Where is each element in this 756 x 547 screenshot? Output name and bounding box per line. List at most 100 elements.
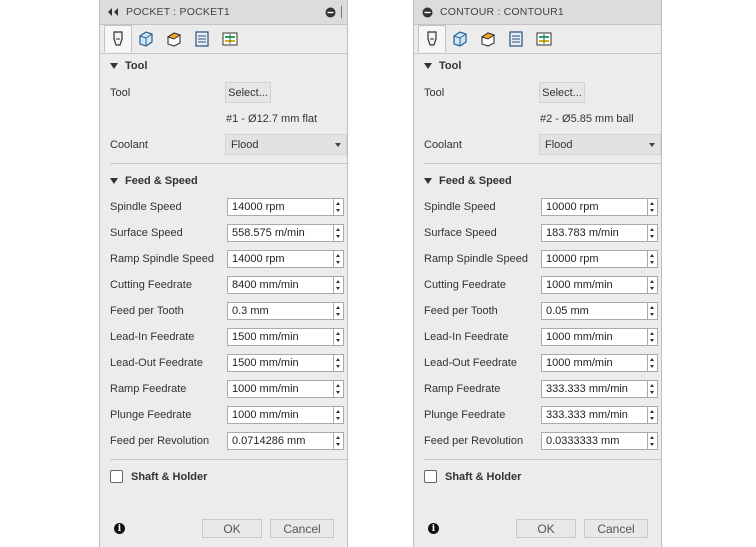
tool-select-button[interactable]: Select... — [225, 82, 271, 103]
dialog-titlebar[interactable]: POCKET : POCKET1 — [100, 0, 347, 25]
ok-button[interactable]: OK — [202, 519, 262, 538]
tab-passes[interactable] — [188, 25, 216, 52]
ramp-spindle-speed-input[interactable]: 10000 rpm — [541, 250, 648, 268]
tab-heights[interactable] — [474, 25, 502, 52]
linking-tab-icon — [222, 32, 238, 45]
lead-in-feedrate-spinner[interactable] — [648, 328, 658, 346]
tab-tool[interactable] — [104, 25, 132, 52]
cutting-feedrate-input[interactable]: 1000 mm/min — [541, 276, 648, 294]
section-title: Tool — [125, 60, 148, 72]
collapse-arrows-icon[interactable] — [106, 5, 120, 19]
lead-in-feedrate-spinner[interactable] — [334, 328, 344, 346]
cutting-feedrate-spinner[interactable] — [334, 276, 344, 294]
heights-tab-icon — [480, 31, 496, 47]
ok-button[interactable]: OK — [516, 519, 576, 538]
tab-linking[interactable] — [216, 25, 244, 52]
info-icon[interactable]: i — [428, 523, 439, 534]
ramp-spindle-speed-input[interactable]: 14000 rpm — [227, 250, 334, 268]
surface-speed-input[interactable]: 558.575 m/min — [227, 224, 334, 242]
surface-speed-spinner[interactable] — [334, 224, 344, 242]
ramp-feedrate-spinner[interactable] — [648, 380, 658, 398]
tool-section-header[interactable]: Tool — [110, 60, 147, 72]
shaft-holder-label: Shaft & Holder — [445, 470, 522, 483]
feed-per-revolution-spinner[interactable] — [334, 432, 344, 450]
cutting-feedrate-spinner[interactable] — [648, 276, 658, 294]
plunge-feedrate-spinner[interactable] — [334, 406, 344, 424]
resize-handle-icon[interactable] — [335, 5, 349, 19]
heights-tab-icon — [166, 31, 182, 47]
cancel-button[interactable]: Cancel — [584, 519, 648, 538]
ramp-spindle-speed-label: Ramp Spindle Speed — [424, 253, 528, 265]
ramp-feedrate-spinner[interactable] — [334, 380, 344, 398]
lead-out-feedrate-label: Lead-Out Feedrate — [424, 357, 517, 369]
dialog-footer: i OK Cancel — [100, 509, 347, 547]
tool-select-button[interactable]: Select... — [539, 82, 585, 103]
dialog-titlebar[interactable]: CONTOUR : CONTOUR1 — [414, 0, 661, 25]
surface-speed-input[interactable]: 183.783 m/min — [541, 224, 648, 242]
coolant-select[interactable]: Flood — [539, 134, 661, 155]
feed-per-tooth-input[interactable]: 0.3 mm — [227, 302, 334, 320]
ramp-spindle-speed-spinner[interactable] — [334, 250, 344, 268]
coolant-label: Coolant — [424, 139, 462, 151]
tab-geometry[interactable] — [446, 25, 474, 52]
spindle-speed-label: Spindle Speed — [424, 201, 496, 213]
spindle-speed-input[interactable]: 14000 rpm — [227, 198, 334, 216]
tool-name: #2 - Ø5.85 mm ball — [540, 113, 634, 125]
spindle-speed-input[interactable]: 10000 rpm — [541, 198, 648, 216]
feed-per-tooth-spinner[interactable] — [648, 302, 658, 320]
feed-per-tooth-spinner[interactable] — [334, 302, 344, 320]
cutting-feedrate-label: Cutting Feedrate — [424, 279, 506, 291]
tool-label: Tool — [110, 87, 131, 99]
collapse-triangle-icon — [110, 63, 118, 69]
plunge-feedrate-input[interactable]: 1000 mm/min — [227, 406, 334, 424]
plunge-feedrate-spinner[interactable] — [648, 406, 658, 424]
divider — [110, 459, 347, 460]
shaft-holder-checkbox[interactable] — [424, 470, 437, 483]
tab-tool[interactable] — [418, 25, 446, 52]
shaft-holder-checkbox[interactable] — [110, 470, 123, 483]
ramp-feedrate-input[interactable]: 333.333 mm/min — [541, 380, 648, 398]
surface-speed-label: Surface Speed — [110, 227, 183, 239]
minimize-icon[interactable] — [420, 5, 434, 19]
lead-out-feedrate-input[interactable]: 1500 mm/min — [227, 354, 334, 372]
tab-passes[interactable] — [502, 25, 530, 52]
coolant-select[interactable]: Flood — [225, 134, 347, 155]
tab-heights[interactable] — [160, 25, 188, 52]
lead-in-feedrate-input[interactable]: 1000 mm/min — [541, 328, 648, 346]
feed-per-revolution-label: Feed per Revolution — [110, 435, 210, 447]
ramp-feedrate-label: Ramp Feedrate — [424, 383, 501, 395]
cutting-feedrate-label: Cutting Feedrate — [110, 279, 192, 291]
plunge-feedrate-input[interactable]: 333.333 mm/min — [541, 406, 648, 424]
cutting-feedrate-input[interactable]: 8400 mm/min — [227, 276, 334, 294]
tool-section-header[interactable]: Tool — [424, 60, 461, 72]
tab-linking[interactable] — [530, 25, 558, 52]
lead-out-feedrate-spinner[interactable] — [648, 354, 658, 372]
lead-out-feedrate-spinner[interactable] — [334, 354, 344, 372]
tab-geometry[interactable] — [132, 25, 160, 52]
spindle-speed-spinner[interactable] — [334, 198, 344, 216]
dialog-title: CONTOUR : CONTOUR1 — [440, 6, 564, 18]
info-icon[interactable]: i — [114, 523, 125, 534]
contour-dialog: CONTOUR : CONTOUR1 Tool Tool Select... #… — [413, 0, 662, 547]
surface-speed-spinner[interactable] — [648, 224, 658, 242]
feed-per-revolution-spinner[interactable] — [648, 432, 658, 450]
spindle-speed-spinner[interactable] — [648, 198, 658, 216]
cancel-button[interactable]: Cancel — [270, 519, 334, 538]
section-title: Feed & Speed — [439, 175, 512, 187]
tab-strip — [414, 25, 661, 54]
ramp-spindle-speed-spinner[interactable] — [648, 250, 658, 268]
feed-speed-section-header[interactable]: Feed & Speed — [110, 175, 198, 187]
feed-per-tooth-input[interactable]: 0.05 mm — [541, 302, 648, 320]
lead-in-feedrate-input[interactable]: 1500 mm/min — [227, 328, 334, 346]
feed-per-revolution-input[interactable]: 0.0714286 mm — [227, 432, 334, 450]
tool-label: Tool — [424, 87, 445, 99]
lead-out-feedrate-input[interactable]: 1000 mm/min — [541, 354, 648, 372]
shaft-holder-row[interactable]: Shaft & Holder — [110, 470, 207, 483]
feed-per-revolution-input[interactable]: 0.0333333 mm — [541, 432, 648, 450]
lead-out-feedrate-label: Lead-Out Feedrate — [110, 357, 203, 369]
collapse-triangle-icon — [424, 178, 432, 184]
feed-speed-section-header[interactable]: Feed & Speed — [424, 175, 512, 187]
shaft-holder-row[interactable]: Shaft & Holder — [424, 470, 521, 483]
ramp-feedrate-input[interactable]: 1000 mm/min — [227, 380, 334, 398]
lead-in-feedrate-label: Lead-In Feedrate — [424, 331, 509, 343]
